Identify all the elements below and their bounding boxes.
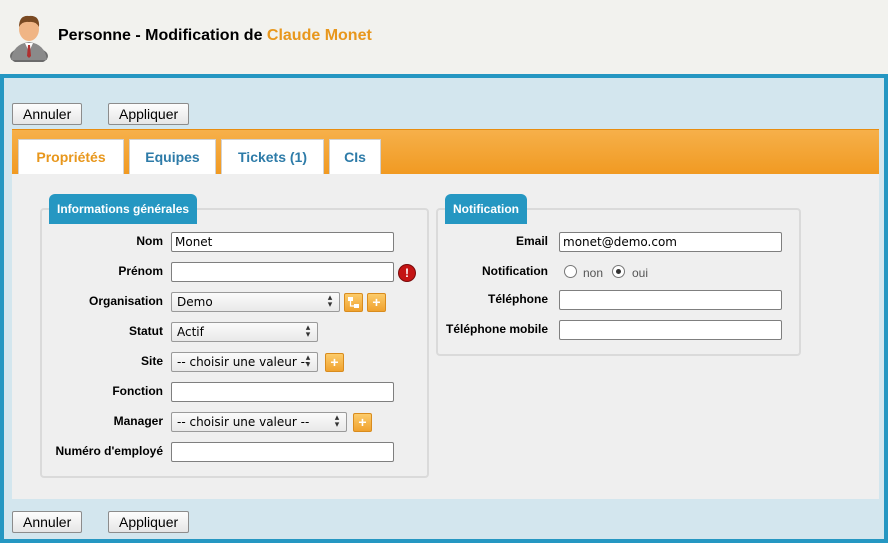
add-site-icon[interactable]: +: [325, 353, 344, 372]
telephone-input[interactable]: [559, 290, 782, 310]
prenom-input[interactable]: [171, 262, 394, 282]
notification-label: Notification: [482, 264, 548, 278]
mobile-input[interactable]: [559, 320, 782, 340]
nom-input[interactable]: Monet: [171, 232, 394, 252]
notification-radio-non-label: non: [583, 266, 604, 280]
organisation-select[interactable]: Demo ▴ ▾: [171, 292, 340, 312]
select-arrows-icon: ▴ ▾: [327, 293, 333, 310]
tab-equipes[interactable]: Equipes: [129, 139, 216, 175]
hierarchy-glyph-icon: [348, 297, 359, 308]
add-manager-icon[interactable]: +: [353, 413, 372, 432]
notification-radio-oui-label: oui: [632, 266, 649, 280]
employe-label: Numéro d'employé: [55, 444, 163, 458]
email-input[interactable]: monet@demo.com: [559, 232, 782, 252]
general-info-legend: Informations générales: [49, 194, 198, 224]
statut-select[interactable]: Actif ▴ ▾: [171, 322, 318, 342]
error-icon: !: [399, 265, 415, 281]
site-select[interactable]: -- choisir une valeur -- ▴ ▾: [171, 352, 318, 372]
notification-legend: Notification: [445, 194, 527, 224]
page-title-prefix: Personne - Modification de: [58, 27, 267, 44]
page-title: Personne - Modification de Claude Monet: [58, 27, 372, 45]
nom-label: Nom: [136, 234, 163, 248]
hierarchy-icon[interactable]: [344, 293, 363, 312]
tab-tickets[interactable]: Tickets (1): [221, 139, 324, 175]
select-arrows-icon: ▴ ▾: [305, 323, 311, 340]
select-arrows-icon: ▴ ▾: [334, 413, 340, 430]
manager-label: Manager: [113, 414, 163, 428]
organisation-label: Organisation: [88, 294, 163, 308]
tab-content: Informations générales Nom Monet Prénom …: [12, 174, 879, 499]
manager-select[interactable]: -- choisir une valeur -- ▴ ▾: [171, 412, 347, 432]
select-arrows-icon: ▴ ▾: [305, 353, 311, 370]
prenom-label: Prénom: [118, 264, 163, 278]
cancel-button-bottom[interactable]: Annuler: [12, 511, 83, 533]
mobile-label: Téléphone mobile: [445, 322, 548, 336]
apply-button-bottom[interactable]: Appliquer: [108, 511, 190, 533]
employe-input[interactable]: [171, 442, 394, 462]
telephone-label: Téléphone: [487, 292, 548, 306]
organisation-select-value: Demo: [177, 295, 213, 309]
fonction-input[interactable]: [171, 382, 394, 402]
page-title-name: Claude Monet: [266, 27, 372, 44]
statut-label: Statut: [129, 324, 163, 338]
tab-cis[interactable]: CIs: [329, 139, 381, 175]
cancel-button-top[interactable]: Annuler: [12, 103, 83, 125]
page-header: Personne - Modification de Claude Monet: [0, 0, 888, 74]
email-label: Email: [515, 234, 548, 248]
site-select-value: -- choisir une valeur --: [177, 355, 310, 369]
site-label: Site: [140, 354, 163, 368]
fonction-label: Fonction: [112, 384, 163, 398]
person-avatar-icon: [10, 15, 48, 62]
manager-select-value: -- choisir une valeur --: [177, 415, 310, 429]
tab-bar: Propriétés Equipes Tickets (1) CIs: [12, 129, 879, 175]
apply-button-top[interactable]: Appliquer: [108, 103, 190, 125]
form-frame: Annuler Appliquer Propriétés Equipes Tic…: [0, 74, 888, 543]
tab-proprietes[interactable]: Propriétés: [18, 139, 124, 175]
add-organisation-icon[interactable]: +: [367, 293, 386, 312]
notification-radio-non[interactable]: [564, 265, 577, 278]
notification-radio-oui[interactable]: [612, 265, 625, 278]
statut-select-value: Actif: [177, 325, 204, 339]
